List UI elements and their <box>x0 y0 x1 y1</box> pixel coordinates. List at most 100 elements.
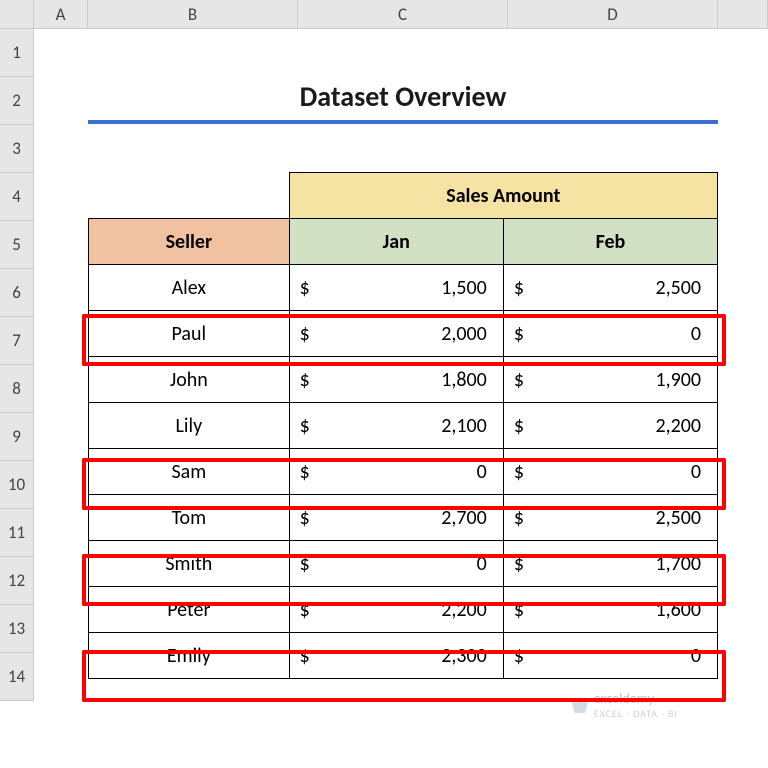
feb-cell[interactable]: $0 <box>503 633 717 679</box>
table-row: Emily$2,300$0 <box>89 633 718 679</box>
col-header-spill <box>718 0 768 28</box>
seller-cell[interactable]: Lily <box>89 403 290 449</box>
row-header[interactable]: 10 <box>0 461 34 509</box>
cell[interactable] <box>34 653 88 701</box>
watermark-brand: exceldemy <box>594 690 654 707</box>
header-feb: Feb <box>503 219 717 265</box>
row-header[interactable]: 14 <box>0 653 34 701</box>
cell[interactable] <box>34 125 88 173</box>
cell[interactable] <box>34 77 88 125</box>
cell[interactable] <box>34 269 88 317</box>
table-row: John$1,800$1,900 <box>89 357 718 403</box>
cell[interactable] <box>34 221 88 269</box>
seller-cell[interactable]: Peter <box>89 587 290 633</box>
cell[interactable] <box>718 29 768 77</box>
feb-cell[interactable]: $2,200 <box>503 403 717 449</box>
cell[interactable] <box>508 29 718 77</box>
spreadsheet: A B C D 1 2 3 4 5 6 7 8 9 10 11 12 13 14… <box>0 0 768 701</box>
table-row: Peter$2,200$1,600 <box>89 587 718 633</box>
row-header[interactable]: 7 <box>0 317 34 365</box>
data-table: Sales Amount Seller Jan Feb Alex$1,500$2… <box>88 172 718 679</box>
seller-cell[interactable]: Smith <box>89 541 290 587</box>
row-header[interactable]: 12 <box>0 557 34 605</box>
cell[interactable] <box>34 461 88 509</box>
cell[interactable] <box>718 653 768 701</box>
col-header-B[interactable]: B <box>88 0 298 28</box>
table-row: Smith$0$1,700 <box>89 541 718 587</box>
jan-cell[interactable]: $2,000 <box>289 311 503 357</box>
feb-cell[interactable]: $1,600 <box>503 587 717 633</box>
select-all-corner[interactable] <box>0 0 34 28</box>
cell[interactable] <box>34 173 88 221</box>
cell[interactable] <box>34 413 88 461</box>
title-underline <box>88 120 718 124</box>
row-header[interactable]: 11 <box>0 509 34 557</box>
jan-cell[interactable]: $1,500 <box>289 265 503 311</box>
seller-cell[interactable]: Paul <box>89 311 290 357</box>
row-header[interactable]: 3 <box>0 125 34 173</box>
cell[interactable] <box>718 269 768 317</box>
column-header-row: A B C D <box>0 0 768 29</box>
cell[interactable] <box>718 413 768 461</box>
feb-cell[interactable]: $1,900 <box>503 357 717 403</box>
page-title: Dataset Overview <box>88 76 718 124</box>
seller-cell[interactable]: John <box>89 357 290 403</box>
seller-cell[interactable]: Sam <box>89 449 290 495</box>
table-row: Paul$2,000$0 <box>89 311 718 357</box>
cell[interactable] <box>298 29 508 77</box>
feb-cell[interactable]: $1,700 <box>503 541 717 587</box>
watermark: exceldemy EXCEL · DATA · BI <box>572 690 678 720</box>
row-header[interactable]: 5 <box>0 221 34 269</box>
feb-cell[interactable]: $0 <box>503 449 717 495</box>
jan-cell[interactable]: $1,800 <box>289 357 503 403</box>
jan-cell[interactable]: $2,100 <box>289 403 503 449</box>
cell[interactable] <box>34 509 88 557</box>
seller-cell[interactable]: Emily <box>89 633 290 679</box>
seller-cell[interactable]: Alex <box>89 265 290 311</box>
feb-cell[interactable]: $2,500 <box>503 495 717 541</box>
col-header-C[interactable]: C <box>298 0 508 28</box>
row-header[interactable]: 13 <box>0 605 34 653</box>
cell[interactable] <box>718 173 768 221</box>
row-header[interactable]: 8 <box>0 365 34 413</box>
row-header[interactable]: 4 <box>0 173 34 221</box>
cell[interactable] <box>34 557 88 605</box>
cell[interactable] <box>34 29 88 77</box>
jan-cell[interactable]: $2,700 <box>289 495 503 541</box>
header-seller: Seller <box>89 219 290 265</box>
cell[interactable] <box>718 317 768 365</box>
jan-cell[interactable]: $2,300 <box>289 633 503 679</box>
cell[interactable] <box>34 317 88 365</box>
row-header[interactable]: 6 <box>0 269 34 317</box>
cell[interactable] <box>718 557 768 605</box>
row-header[interactable]: 9 <box>0 413 34 461</box>
row-header[interactable]: 2 <box>0 77 34 125</box>
cell[interactable] <box>718 125 768 173</box>
cell[interactable] <box>718 605 768 653</box>
row-header[interactable]: 1 <box>0 29 34 77</box>
jan-cell[interactable]: $2,200 <box>289 587 503 633</box>
header-jan: Jan <box>289 219 503 265</box>
logo-icon <box>572 697 588 713</box>
cell[interactable] <box>508 125 718 173</box>
cell[interactable] <box>34 605 88 653</box>
cell[interactable] <box>88 29 298 77</box>
header-sales-amount: Sales Amount <box>289 173 717 219</box>
feb-cell[interactable]: $0 <box>503 311 717 357</box>
table-row: Lily$2,100$2,200 <box>89 403 718 449</box>
col-header-D[interactable]: D <box>508 0 718 28</box>
cell[interactable] <box>298 125 508 173</box>
cell[interactable] <box>718 461 768 509</box>
jan-cell[interactable]: $0 <box>289 449 503 495</box>
cell[interactable] <box>88 125 298 173</box>
cell[interactable] <box>718 221 768 269</box>
cell[interactable] <box>718 365 768 413</box>
watermark-tag: EXCEL · DATA · BI <box>594 707 678 720</box>
feb-cell[interactable]: $2,500 <box>503 265 717 311</box>
seller-cell[interactable]: Tom <box>89 495 290 541</box>
cell[interactable] <box>718 77 768 125</box>
cell[interactable] <box>34 365 88 413</box>
cell[interactable] <box>718 509 768 557</box>
col-header-A[interactable]: A <box>34 0 88 28</box>
jan-cell[interactable]: $0 <box>289 541 503 587</box>
